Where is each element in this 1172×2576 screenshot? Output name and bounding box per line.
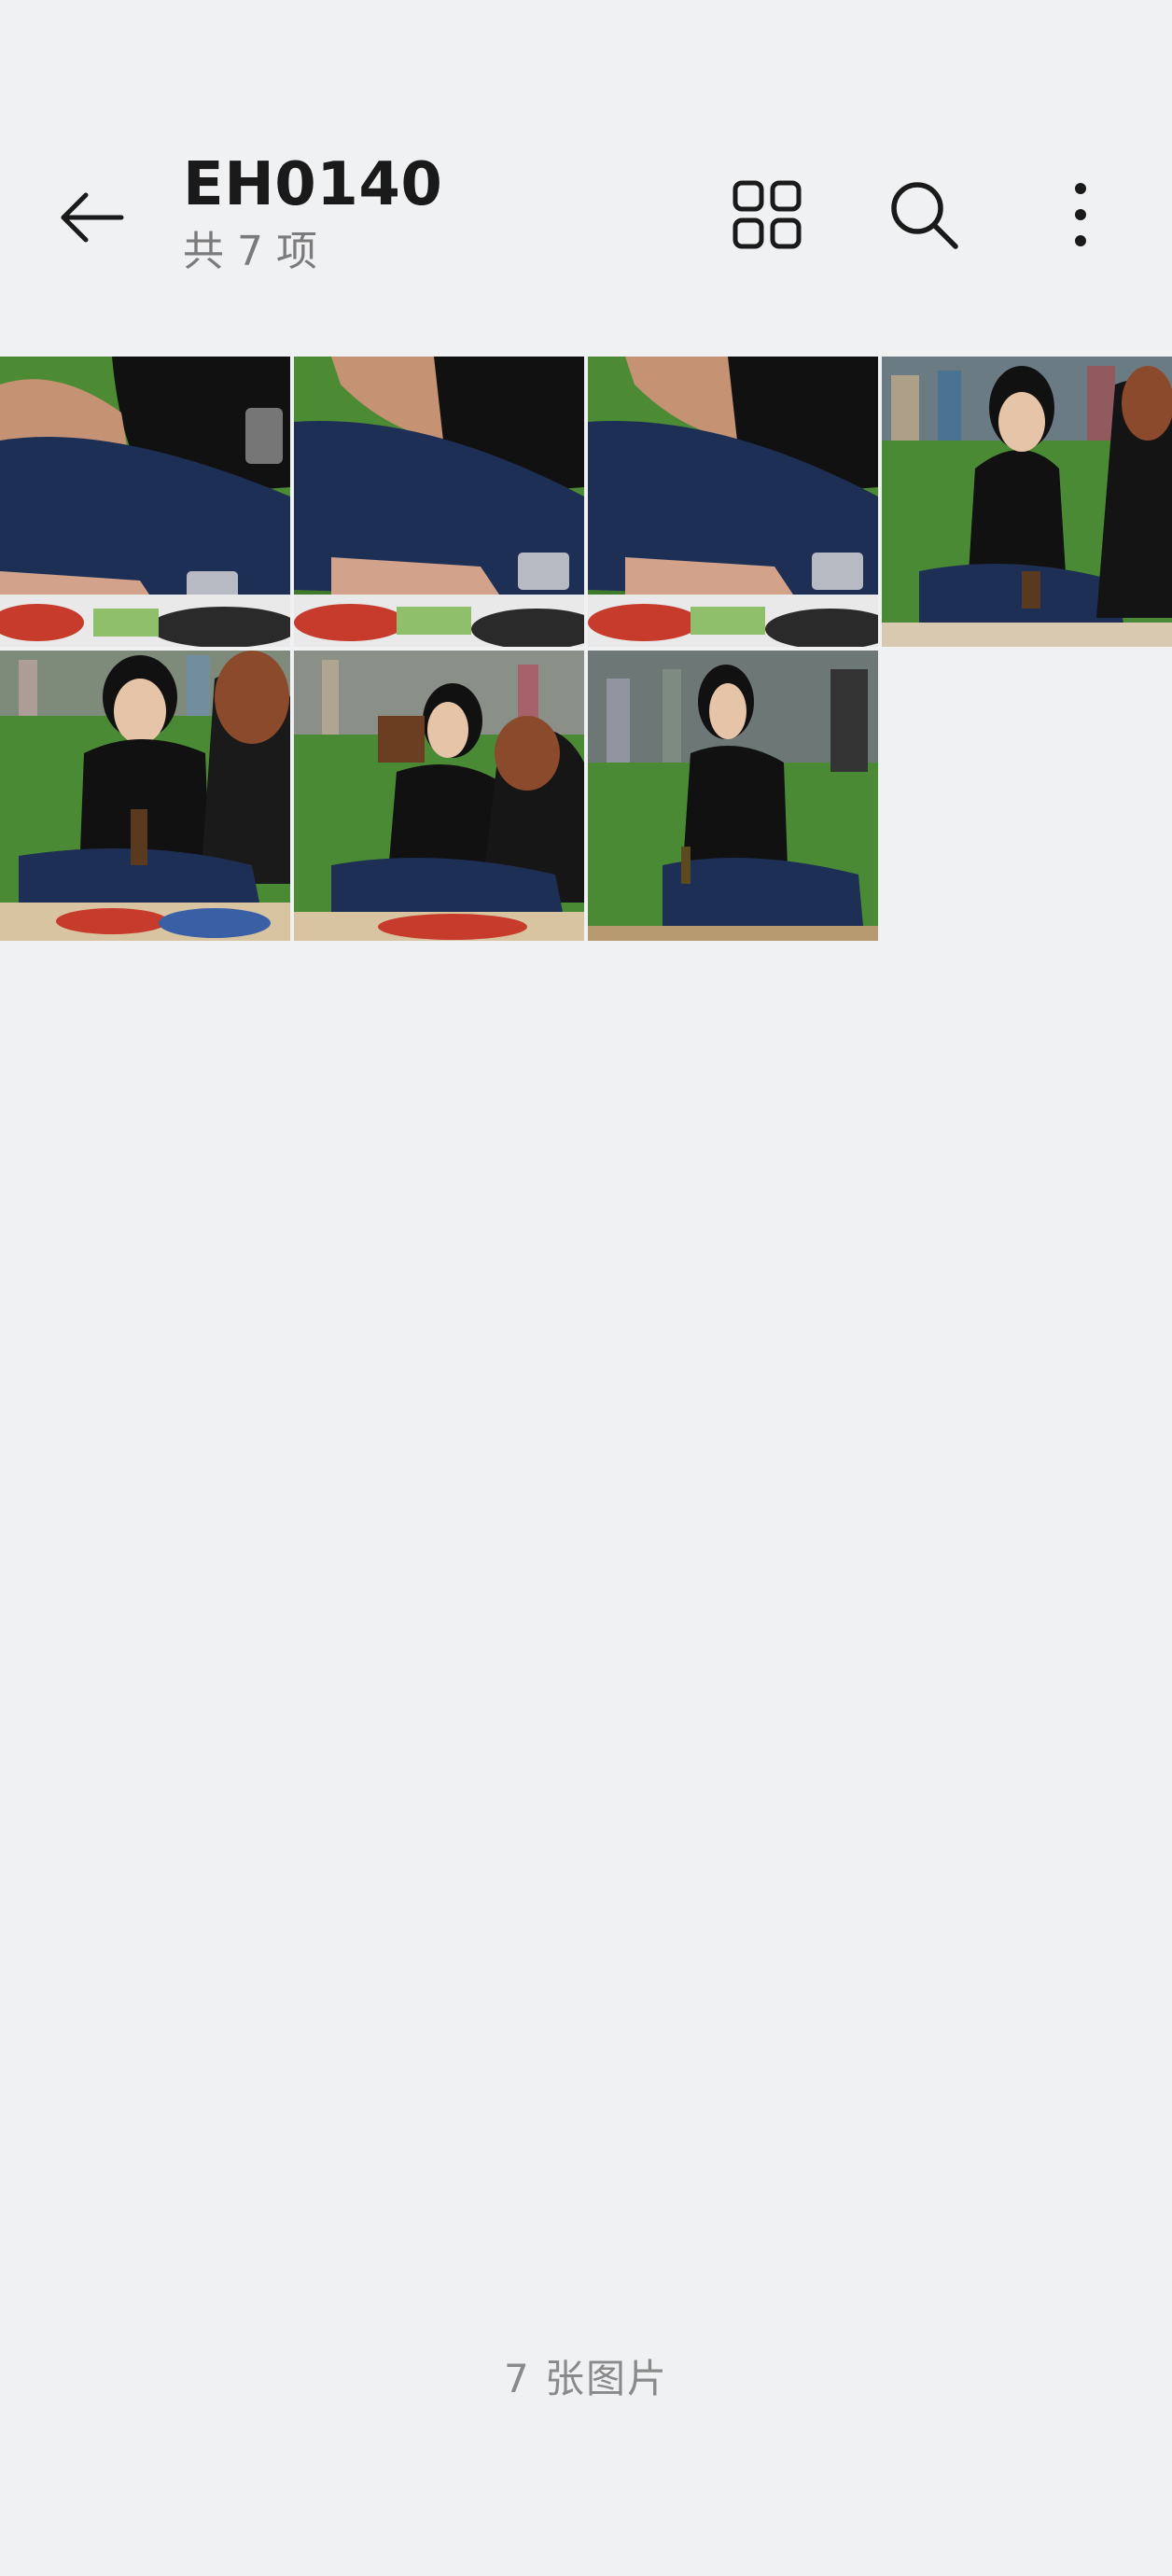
item-count: 共 7 项 (183, 228, 317, 275)
album-title: EH0140 (183, 150, 443, 219)
search-icon (891, 182, 958, 249)
photo-image (588, 357, 878, 647)
more-vertical-icon (1075, 183, 1086, 246)
photo-image (294, 651, 584, 941)
top-app-bar: EH0140 共 7 项 (0, 0, 1172, 355)
photo-image (0, 651, 290, 941)
photo-image (882, 357, 1172, 647)
back-arrow-icon (61, 192, 124, 243)
album-title-block: EH0140 共 7 项 (183, 149, 442, 280)
grid-view-button[interactable] (722, 170, 812, 259)
photo-thumbnail[interactable] (588, 357, 878, 647)
photo-thumbnail[interactable] (0, 651, 290, 941)
photo-thumbnail[interactable] (588, 651, 878, 941)
photo-count-label: 7 张图片 (503, 2356, 669, 2401)
photo-image (588, 651, 878, 941)
back-button[interactable] (47, 173, 136, 262)
photo-thumbnail[interactable] (294, 357, 584, 647)
photo-thumbnail[interactable] (294, 651, 584, 941)
more-options-button[interactable] (1036, 170, 1125, 259)
photo-thumbnail[interactable] (882, 357, 1172, 647)
grid-view-icon (732, 180, 802, 249)
photo-thumbnail[interactable] (0, 357, 290, 647)
photo-image (0, 357, 290, 647)
photo-image (294, 357, 584, 647)
search-button[interactable] (879, 170, 969, 259)
